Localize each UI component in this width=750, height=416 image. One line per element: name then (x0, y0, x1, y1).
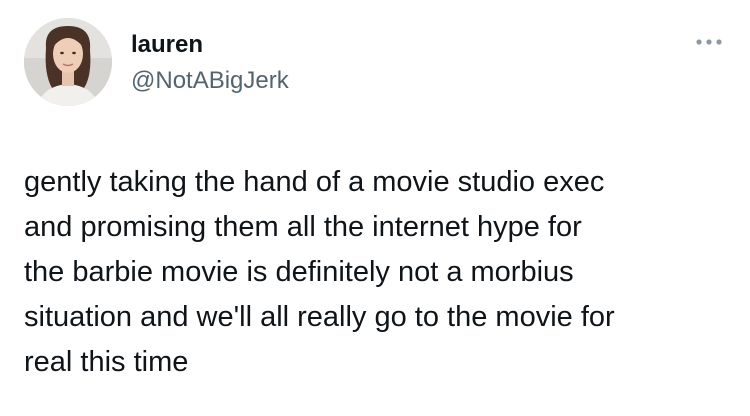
tweet-text: gently taking the hand of a movie studio… (24, 166, 615, 378)
more-horizontal-icon[interactable] (694, 34, 724, 50)
profile-photo (24, 18, 112, 106)
author-display-name[interactable]: lauren (131, 29, 203, 61)
avatar[interactable] (24, 18, 112, 106)
author-handle[interactable]: @NotABigJerk (131, 65, 289, 97)
